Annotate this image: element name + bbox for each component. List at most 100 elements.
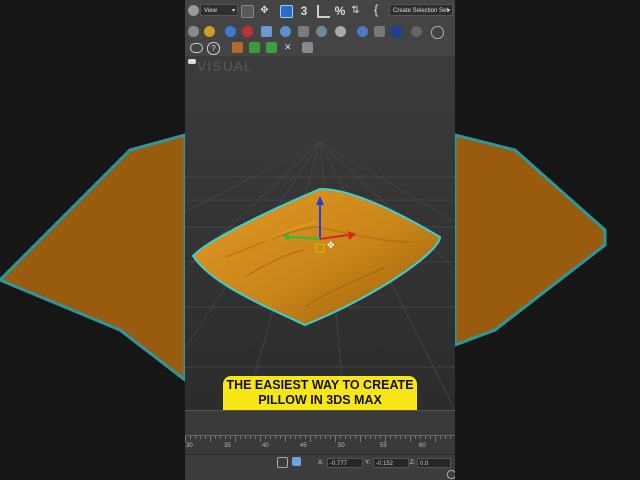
ruler-tick	[335, 436, 336, 442]
ruler-tick	[230, 436, 231, 439]
selection-lock-icon[interactable]	[277, 457, 288, 468]
render-icon[interactable]	[335, 26, 346, 37]
undo-icon[interactable]	[188, 5, 199, 16]
camera-icon[interactable]	[188, 59, 196, 64]
ruler-tick	[365, 436, 366, 439]
x-coordinate-field[interactable]: -0.777	[327, 458, 363, 468]
ruler-tick	[190, 436, 191, 439]
environment-icon[interactable]	[316, 26, 327, 37]
render-iterative-icon[interactable]	[357, 26, 368, 37]
percent-snap-icon[interactable]: %	[334, 4, 346, 18]
ruler-tick	[300, 436, 301, 439]
snap-toggle-icon[interactable]: 3	[298, 4, 310, 18]
grid-icon[interactable]	[302, 42, 313, 53]
ruler-tick	[320, 436, 321, 439]
teapot-render-icon[interactable]	[188, 26, 199, 37]
particle-flow-icon[interactable]	[232, 42, 243, 53]
hair-icon[interactable]	[266, 42, 277, 53]
ruler-tick	[310, 436, 311, 442]
grid-settings-icon[interactable]	[447, 470, 455, 479]
ruler-tick	[255, 436, 256, 439]
angle-snap-icon[interactable]	[317, 5, 330, 18]
command-toolbar: ? ✕	[185, 40, 455, 57]
ruler-tick	[240, 436, 241, 439]
ruler-tick	[280, 436, 281, 439]
help-search-icon[interactable]	[411, 26, 422, 37]
z-coordinate-field[interactable]: 0.0	[417, 458, 451, 468]
ruler-tick	[405, 436, 406, 439]
tick-label: 30	[186, 443, 193, 449]
ruler-tick	[250, 436, 251, 439]
ruler-tick	[420, 436, 421, 439]
ruler-tick	[235, 436, 236, 442]
ruler-tick	[435, 436, 436, 442]
reference-coordinate-dropdown[interactable]: View ▾	[200, 4, 238, 16]
absolute-mode-icon[interactable]	[292, 457, 301, 466]
plant-icon[interactable]	[249, 42, 260, 53]
ruler-tick	[385, 436, 386, 442]
ruler-tick	[225, 436, 226, 439]
ruler-tick	[275, 436, 276, 439]
ruler-tick	[350, 436, 351, 439]
spinner-snap-icon[interactable]: ⇅	[350, 5, 361, 16]
ruler-tick	[220, 436, 221, 439]
perspective-viewport[interactable]: ✥	[185, 82, 455, 410]
ruler-tick	[330, 436, 331, 439]
ruler-tick	[370, 436, 371, 439]
tick-label: 35	[224, 443, 231, 449]
y-coordinate-field[interactable]: -0.152	[373, 458, 409, 468]
ruler-tick	[200, 436, 201, 439]
active-shade-icon[interactable]	[374, 26, 385, 37]
svg-text:✥: ✥	[327, 241, 335, 251]
watermark-text: VISUAL	[197, 58, 253, 74]
background-left-blur	[0, 0, 185, 480]
move-gizmo-icon[interactable]: ✥	[259, 5, 270, 16]
ruler-tick	[295, 436, 296, 439]
ruler-tick	[360, 436, 361, 442]
ruler-tick	[325, 436, 326, 439]
selection-set-label: Create Selection Set	[393, 8, 449, 14]
ruler-tick	[410, 436, 411, 442]
select-manipulate-icon[interactable]	[280, 5, 293, 18]
chevron-down-icon: ▾	[446, 8, 450, 14]
tick-label: 40	[262, 443, 269, 449]
viewport-scene: ✥	[185, 82, 455, 410]
material-editor-icon[interactable]	[225, 26, 236, 37]
x-label: X:	[318, 460, 324, 466]
secondary-toolbar	[185, 22, 455, 41]
rendered-frame-icon[interactable]	[298, 26, 309, 37]
ruler-tick	[265, 436, 266, 439]
tick-label: 55	[380, 443, 387, 449]
ruler-tick	[215, 436, 216, 439]
tick-label: 60	[419, 443, 426, 449]
ruler-tick	[345, 436, 346, 439]
ruler-tick	[185, 436, 186, 442]
material-slot-icon[interactable]	[391, 26, 402, 37]
ruler-tick	[340, 436, 341, 439]
tick-label: 50	[338, 443, 345, 449]
eye-icon[interactable]	[190, 43, 203, 53]
z-label: Z:	[410, 460, 416, 466]
ruler-tick	[210, 436, 211, 442]
viewport-label-bar: VISUAL	[185, 56, 455, 83]
schematic-view-icon[interactable]	[261, 26, 272, 37]
help-icon[interactable]: ?	[207, 42, 220, 55]
ruler-tick	[430, 436, 431, 439]
ruler-tick	[440, 436, 441, 439]
ruler-tick	[315, 436, 316, 439]
status-bar: X: -0.777 Y: -0.152 Z: 0.0	[185, 454, 455, 480]
hammer-icon[interactable]: ✕	[284, 42, 295, 53]
ruler-tick	[445, 436, 446, 439]
ruler-tick	[390, 436, 391, 439]
pivot-center-icon[interactable]	[241, 5, 254, 18]
selection-set-dropdown[interactable]: Create Selection Set ▾	[389, 4, 453, 16]
render-frame-icon[interactable]	[204, 26, 215, 37]
named-selection-icon[interactable]: {	[371, 3, 381, 17]
render-setup-icon[interactable]	[280, 26, 291, 37]
chevron-down-icon: ▾	[231, 8, 235, 14]
curve-editor-icon[interactable]	[242, 26, 253, 37]
ruler-tick	[375, 436, 376, 439]
question-mark-icon[interactable]	[431, 26, 444, 39]
ruler-tick	[290, 436, 291, 439]
timeline-ruler[interactable]: 30 35 40 45 50 55 60	[185, 410, 455, 455]
